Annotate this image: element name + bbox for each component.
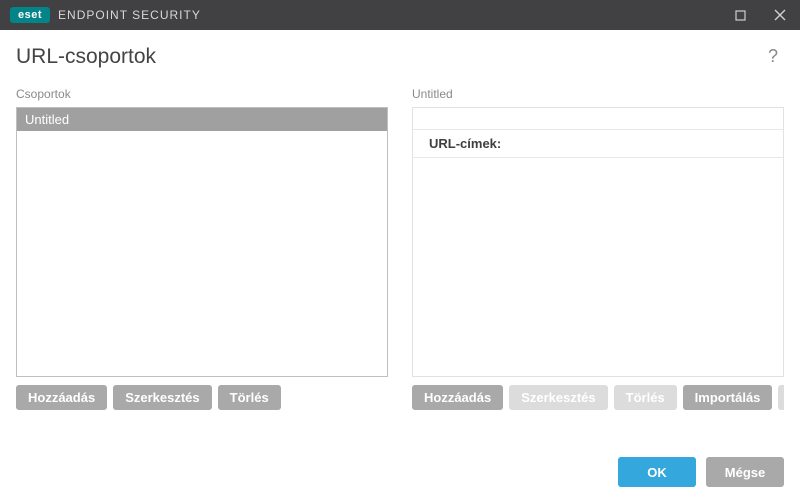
close-icon xyxy=(774,9,786,21)
urls-delete-button: Törlés xyxy=(614,385,677,410)
urls-button-row: Hozzáadás Szerkesztés Törlés Importálás … xyxy=(412,385,784,410)
brand-logo: eset xyxy=(10,7,50,23)
maximize-icon xyxy=(735,10,746,21)
product-name: ENDPOINT SECURITY xyxy=(58,8,201,22)
groups-delete-button[interactable]: Törlés xyxy=(218,385,281,410)
groups-label: Csoportok xyxy=(16,87,388,101)
list-item[interactable]: Untitled xyxy=(17,108,387,131)
titlebar: eset ENDPOINT SECURITY xyxy=(0,0,800,30)
groups-pane: Csoportok Untitled Hozzáadás Szerkesztés… xyxy=(16,87,388,410)
dialog-footer: OK Mégse xyxy=(0,444,800,500)
urls-edit-button: Szerkesztés xyxy=(509,385,607,410)
groups-edit-button[interactable]: Szerkesztés xyxy=(113,385,211,410)
maximize-button[interactable] xyxy=(720,0,760,30)
urls-label: Untitled xyxy=(412,87,784,101)
urls-pane: Untitled URL-címek: Hozzáadás Szerkeszté… xyxy=(412,87,784,410)
urls-column-header: URL-címek: xyxy=(413,130,783,158)
urls-add-button[interactable]: Hozzáadás xyxy=(412,385,503,410)
cancel-button[interactable]: Mégse xyxy=(706,457,784,487)
close-button[interactable] xyxy=(760,0,800,30)
page-title: URL-csoportok xyxy=(16,45,762,69)
groups-button-row: Hozzáadás Szerkesztés Törlés xyxy=(16,385,388,410)
groups-add-button[interactable]: Hozzáadás xyxy=(16,385,107,410)
urls-import-button[interactable]: Importálás xyxy=(683,385,773,410)
help-icon[interactable]: ? xyxy=(762,42,784,71)
urls-listbox[interactable]: URL-címek: xyxy=(412,107,784,377)
ok-button[interactable]: OK xyxy=(618,457,696,487)
groups-listbox[interactable]: Untitled xyxy=(16,107,388,377)
urls-export-button: Exportálás xyxy=(778,385,784,410)
